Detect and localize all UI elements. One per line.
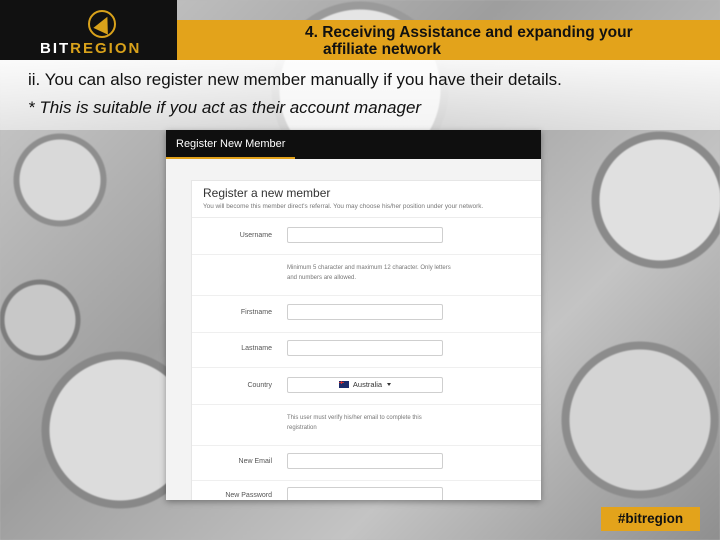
body-text-line: ii. You can also register new member man… [28, 70, 562, 89]
body-note-line: * This is suitable if you act as their a… [28, 98, 422, 117]
username-row: Username [192, 218, 541, 255]
email-input[interactable] [287, 453, 443, 469]
email-help: This user must verify his/her email to c… [287, 415, 422, 431]
password-input[interactable] [287, 487, 443, 500]
country-row: Country Australia [192, 368, 541, 405]
firstname-label: Firstname [240, 309, 272, 316]
logo-panel: BITREGION [0, 0, 177, 60]
slide-title: 4. Receiving Assistance and expanding yo… [305, 24, 705, 58]
firstname-row: Firstname [192, 296, 541, 333]
country-value: Australia [352, 380, 383, 389]
slide-title-line1: 4. Receiving Assistance and expanding yo… [305, 24, 633, 41]
email-row: New Email [192, 446, 541, 481]
form-subtitle: You will become this member direct's ref… [203, 203, 484, 210]
screenshot-header: Register New Member [166, 130, 541, 159]
password-label: New Password [225, 492, 272, 499]
username-help: Minimum 5 character and maximum 12 chara… [287, 265, 451, 281]
logo-text-bit: BIT [40, 40, 71, 57]
hashtag-badge: #bitregion [601, 507, 700, 531]
form-title: Register a new member [203, 186, 331, 200]
lastname-label: Lastname [241, 345, 272, 352]
password-row: New Password [192, 481, 541, 500]
register-screenshot: Register New Member Register a new membe… [166, 130, 541, 500]
slide-title-line2: affiliate network [323, 41, 441, 58]
caret-down-icon [387, 383, 392, 386]
bitregion-logo-icon [88, 10, 116, 38]
australia-flag-icon [338, 381, 349, 388]
country-label: Country [247, 382, 272, 389]
logo-text-region: REGION [70, 40, 142, 57]
email-help-row: This user must verify his/her email to c… [192, 405, 541, 446]
tab-register-new-member[interactable]: Register New Member [166, 130, 296, 159]
register-form-card: Register a new member You will become th… [191, 180, 541, 500]
firstname-input[interactable] [287, 304, 443, 320]
country-select-value: Australia [288, 380, 442, 389]
logo-text: BITREGION [40, 40, 141, 57]
username-input[interactable] [287, 227, 443, 243]
email-label: New Email [238, 458, 272, 465]
lastname-row: Lastname [192, 333, 541, 368]
username-label: Username [239, 232, 272, 239]
country-select[interactable]: Australia [287, 377, 443, 393]
username-help-row: Minimum 5 character and maximum 12 chara… [192, 255, 541, 296]
lastname-input[interactable] [287, 340, 443, 356]
